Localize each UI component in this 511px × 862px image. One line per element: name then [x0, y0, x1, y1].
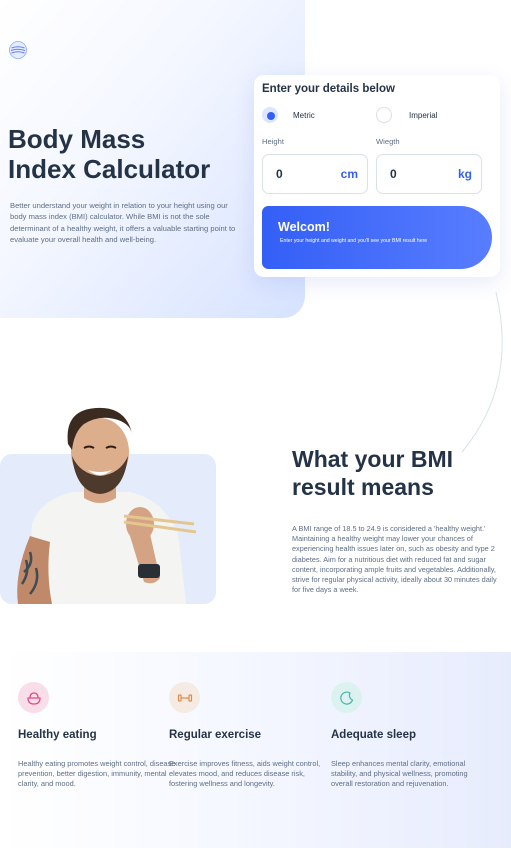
bmi-meaning-title-line1: What your BMI — [292, 446, 453, 472]
man-eating-photo — [17, 407, 197, 604]
height-label: Height — [262, 137, 284, 146]
bmi-calculator-card: Enter your details below Metric Imperial… — [254, 75, 500, 277]
bmi-meaning-title: What your BMI result means — [292, 446, 492, 501]
tip-title-adequate-sleep: Adequate sleep — [331, 729, 416, 741]
bmi-result-panel: Welcom! Enter your height and weight and… — [262, 206, 492, 269]
hero-description: Better understand your weight in relatio… — [10, 201, 236, 245]
dumbbell-icon — [169, 682, 200, 713]
tip-text-regular-exercise: Exercise improves fitness, aids weight c… — [169, 759, 321, 789]
page-title: Body Mass Index Calculator — [8, 124, 248, 184]
imperial-radio[interactable] — [376, 107, 392, 123]
tip-title-healthy-eating: Healthy eating — [18, 729, 97, 741]
result-text: Enter your height and weight and you'll … — [280, 238, 428, 244]
decorative-curve — [461, 291, 503, 453]
tip-text-healthy-eating: Healthy eating promotes weight control, … — [18, 759, 176, 789]
bmi-meaning-title-line2: result means — [292, 473, 434, 500]
page-title-line1: Body Mass — [8, 124, 146, 154]
bmi-logo-icon[interactable] — [9, 41, 27, 59]
height-unit: cm — [340, 167, 358, 181]
weight-unit: kg — [457, 167, 472, 181]
metric-label[interactable]: Metric — [293, 111, 315, 120]
metric-radio[interactable] — [262, 107, 278, 123]
result-title: Welcom! — [278, 220, 330, 234]
calculator-title: Enter your details below — [262, 83, 395, 95]
imperial-label[interactable]: Imperial — [409, 111, 437, 120]
bmi-meaning-text: A BMI range of 18.5 to 24.9 is considere… — [292, 524, 497, 595]
moon-icon — [331, 682, 362, 713]
page-title-line2: Index Calculator — [8, 154, 211, 184]
tip-title-regular-exercise: Regular exercise — [169, 729, 262, 741]
tips-section-background — [0, 652, 511, 848]
weight-label: Wiegth — [376, 137, 400, 146]
weight-value: 0 — [390, 167, 397, 181]
tip-text-adequate-sleep: Sleep enhances mental clarity, emotional… — [331, 759, 468, 789]
height-input[interactable]: 0 cm — [262, 154, 368, 194]
weight-input[interactable]: 0 kg — [376, 154, 482, 194]
height-value: 0 — [276, 167, 283, 181]
food-bowl-icon — [18, 682, 49, 713]
